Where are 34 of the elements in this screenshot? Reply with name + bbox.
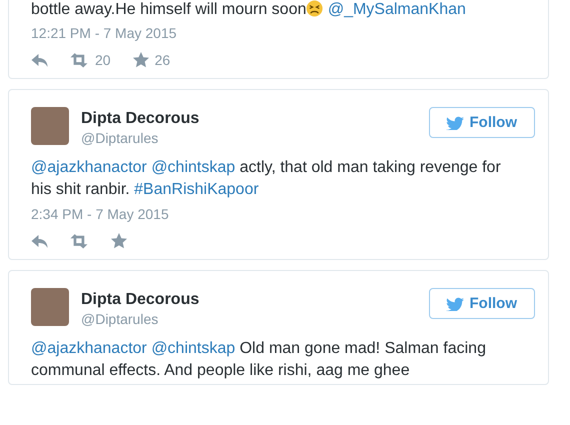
persevering-face-icon — [306, 0, 324, 17]
mention-link[interactable]: @ajazkhanactor — [31, 340, 147, 357]
author-handle: @Diptarules — [81, 310, 160, 328]
tweet-text: @ajazkhanactor @chintskap actly, that old man taking revenge for his shit ranbir. #BanRishiKapoor — [31, 158, 502, 200]
tweet-text: bottle away.He himself will mourn soon @_MySalmanKhan — [31, 0, 467, 20]
reply-button[interactable] — [31, 234, 48, 248]
tweet-text: @ajazkhanactor @chintskap Old man gone mad! Salman facing communal effects. And people like rishi, aag me ghee — [31, 339, 487, 381]
tweet-timestamp[interactable]: 2:34 PM - 7 May 2015 — [31, 204, 169, 224]
favorite-button[interactable]: 26 — [132, 52, 170, 68]
mention-link[interactable]: @chintskap — [151, 340, 236, 357]
hashtag-link[interactable]: #BanRishiKapoor — [134, 181, 259, 198]
mention-link[interactable]: @chintskap — [151, 159, 236, 176]
photo-placeholder — [31, 107, 69, 145]
author-name: Dipta Decorous — [81, 290, 200, 310]
tweet-timestamp[interactable]: 12:21 PM - 7 May 2015 — [31, 23, 177, 43]
author-handle: @Diptarules — [81, 129, 160, 147]
retweet-button[interactable] — [70, 232, 89, 249]
favorite-button[interactable] — [111, 232, 127, 248]
retweet-button[interactable]: 20 — [70, 51, 111, 68]
reply-icon — [31, 52, 48, 66]
mention-link[interactable]: @ajazkhanactor — [31, 159, 147, 176]
follow-button[interactable]: Follow — [428, 288, 535, 319]
photo-placeholder — [31, 288, 69, 326]
retweet-icon — [70, 51, 89, 68]
star-icon — [111, 232, 127, 248]
follow-button[interactable]: Follow — [428, 107, 535, 138]
reply-icon — [31, 234, 48, 248]
star-icon — [132, 52, 149, 68]
bird-icon — [446, 296, 464, 311]
bird-icon — [446, 115, 464, 130]
author-name: Dipta Decorous — [81, 109, 200, 129]
reply-button[interactable] — [31, 52, 48, 66]
mention-link[interactable]: @_MySalmanKhan — [328, 1, 466, 18]
retweet-icon — [70, 232, 89, 249]
